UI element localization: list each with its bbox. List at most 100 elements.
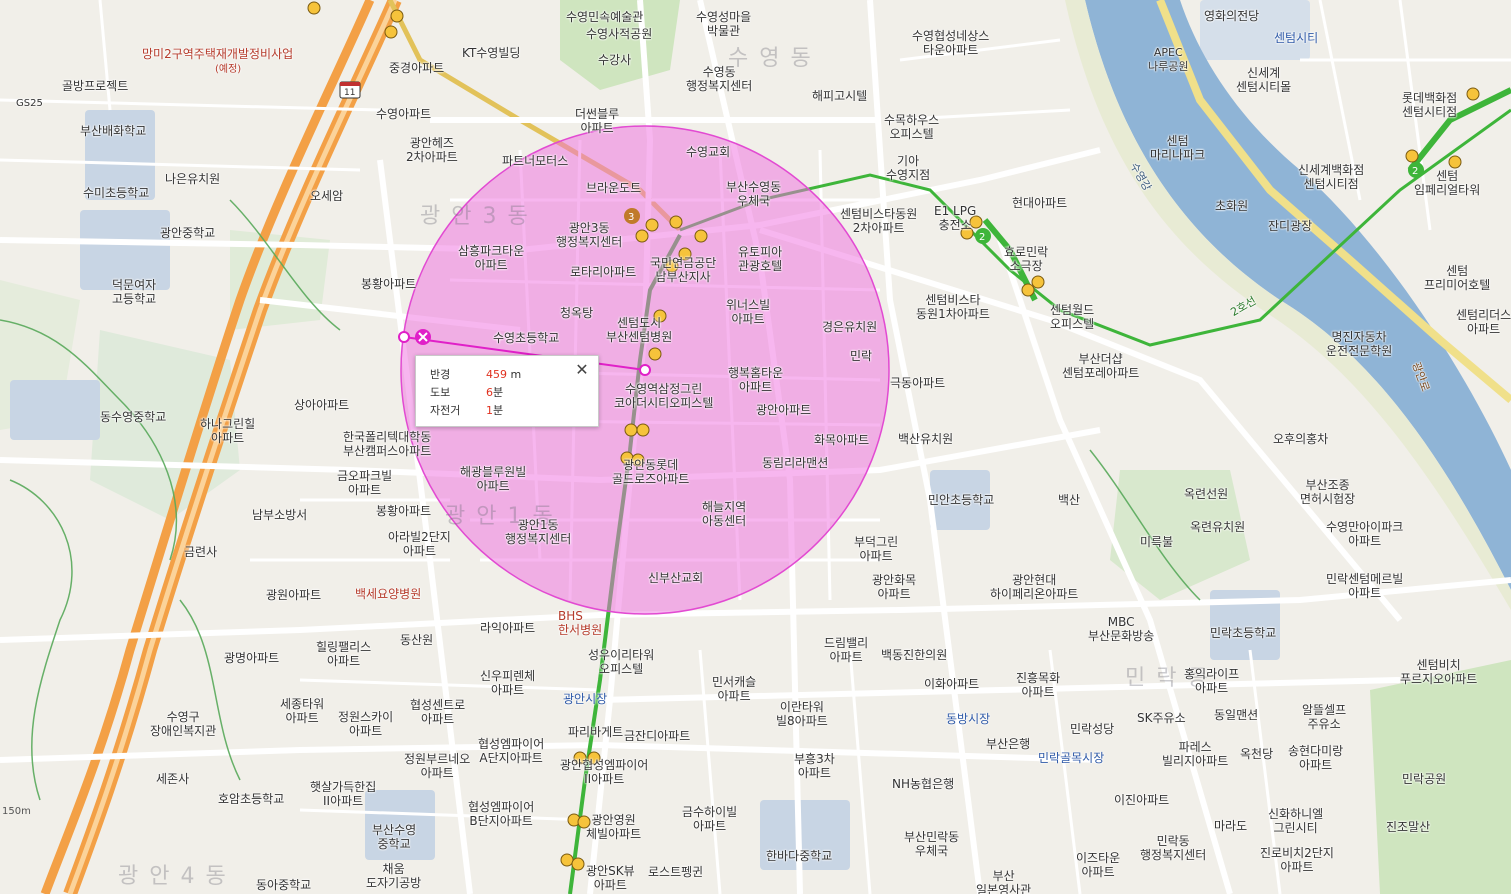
map-label[interactable]: 동산원 (400, 633, 433, 647)
map-label[interactable]: 영화의전당 (1204, 9, 1259, 23)
map-label[interactable]: 센텀도시 부산센텀병원 (606, 316, 672, 344)
map-label[interactable]: KT수영빌딩 (462, 46, 520, 60)
map-label[interactable]: 한바다중학교 (766, 849, 832, 863)
map-label[interactable]: 로타리아파트 (570, 265, 636, 279)
map-label[interactable]: 힐링팰리스 아파트 (316, 640, 371, 668)
map-label[interactable]: 센텀비스타 동원1차아파트 (916, 293, 990, 321)
map-label[interactable]: 광안협성엠파이어 II아파트 (560, 758, 648, 786)
map-label[interactable]: 정원부르네오 아파트 (404, 752, 470, 780)
map-label[interactable]: 덕문여자 고등학교 (112, 278, 156, 306)
map-label[interactable]: 금잔디아파트 (624, 729, 690, 743)
map-label[interactable]: 해늘지역 아동센터 (702, 500, 746, 528)
map-label[interactable]: 파트너모터스 (502, 154, 568, 168)
map-label[interactable]: 옥련선원 (1184, 487, 1228, 501)
map-label[interactable]: 광안영원 체빌아파트 (586, 813, 641, 841)
map-label[interactable]: 민락공원 (1402, 772, 1446, 786)
map-label[interactable]: 수강사 (598, 53, 631, 67)
map-label[interactable]: 수영역삼정그린 코아더시티오피스텔 (614, 382, 713, 410)
map-label[interactable]: 광안3동 행정복지센터 (556, 221, 622, 249)
map-label[interactable]: 라익아파트 (480, 621, 535, 635)
map-label[interactable]: 광안시장 (563, 692, 607, 706)
map-label[interactable]: 알뜰셀프 주유소 (1302, 703, 1346, 731)
map-label[interactable]: 브라운도트 (586, 181, 641, 195)
map-label[interactable]: 해광블루원빌 아파트 (460, 465, 526, 493)
close-icon[interactable]: ✕ (574, 362, 590, 378)
map-label[interactable]: 국민연금공단 남부산지사 (650, 256, 716, 284)
map-label[interactable]: 수영성마을 박물관 (696, 10, 751, 38)
map-label[interactable]: 수영만아이파크 아파트 (1326, 520, 1403, 548)
map-label[interactable]: 봉황아파트 (376, 504, 431, 518)
map-label[interactable]: 금오파크빌 아파트 (337, 469, 392, 497)
map-label[interactable]: MBC 부산문화방송 (1088, 615, 1154, 643)
map-label[interactable]: 잔디광장 (1268, 219, 1312, 233)
map-label[interactable]: 민안초등학교 (928, 493, 994, 507)
map-label[interactable]: 광안동롯데 골드로즈아파트 (612, 458, 689, 486)
map-label[interactable]: 홍익라이프 아파트 (1184, 667, 1239, 695)
map-label[interactable]: 삼흥파크타운 아파트 (458, 244, 524, 272)
map-label[interactable]: 센텀 프리미어호텔 (1424, 264, 1490, 292)
map-label[interactable]: 이란타워 빌8아파트 (776, 700, 828, 728)
map-label[interactable]: 광안헤즈 2차아파트 (406, 136, 458, 164)
map-label[interactable]: 민락초등학교 (1210, 626, 1276, 640)
map-label[interactable]: 수목하우스 오피스텔 (884, 113, 939, 141)
map-label[interactable]: 진로비치2단지 아파트 (1260, 846, 1334, 874)
map-label[interactable]: 동림리라맨션 (762, 456, 828, 470)
map-label[interactable]: 중경아파트 (389, 61, 444, 75)
map-label[interactable]: 광안SK뷰 아파트 (586, 864, 635, 892)
map-label[interactable]: 신화하니엘 그린시티 (1268, 807, 1323, 835)
map-label[interactable]: 더썬블루 아파트 (575, 107, 619, 135)
map-label[interactable]: BHS 한서병원 (558, 609, 602, 637)
map-label[interactable]: 수영구 장애인복지관 (150, 710, 216, 738)
map-label[interactable]: 신우피렌체 아파트 (480, 669, 535, 697)
map-label[interactable]: 현대아파트 (1012, 196, 1067, 210)
map-label[interactable]: 백세요양병원 (355, 587, 421, 601)
map-label[interactable]: 상아아파트 (294, 398, 349, 412)
map-label[interactable]: NH농협은행 (892, 777, 954, 791)
map-label[interactable]: 센텀시티 (1274, 31, 1318, 45)
map-label[interactable]: 수영사적공원 (586, 27, 652, 41)
map-label[interactable]: 동방시장 (946, 712, 990, 726)
map-label[interactable]: 민락센텀메르빌 아파트 (1326, 572, 1403, 600)
map-label[interactable]: 광안아파트 (756, 403, 811, 417)
map-view[interactable]: 3 2 2 수 영 동 광 안 3 동 광 안 1 동 광 안 4 동 민 락 … (0, 0, 1511, 894)
map-label[interactable]: E1 LPG 충전소 (934, 204, 976, 232)
map-label[interactable]: 채움 도자기공방 (366, 862, 421, 890)
map-label[interactable]: 기아 수영지점 (886, 154, 930, 182)
map-label[interactable]: 민락동 행정복지센터 (1140, 834, 1206, 862)
map-label[interactable]: 신세계 센텀시티몰 (1236, 66, 1291, 94)
map-label[interactable]: 진조말산 (1386, 820, 1430, 834)
map-label[interactable]: 센텀월드 오피스텔 (1050, 303, 1094, 331)
map-label[interactable]: 동아중학교 (256, 878, 311, 892)
map-label[interactable]: 부덕그린 아파트 (854, 535, 898, 563)
map-label[interactable]: 수영교회 (686, 145, 730, 159)
map-label[interactable]: 부산 일본영사관 (976, 869, 1031, 894)
map-label[interactable]: 효로민락 소극장 (1004, 245, 1048, 273)
map-label[interactable]: APEC 나루공원 (1148, 46, 1188, 74)
map-label[interactable]: 센텀 마리나파크 (1150, 134, 1205, 162)
map-label[interactable]: 세존사 (156, 772, 189, 786)
map-label[interactable]: 부산민락동 우체국 (904, 830, 959, 858)
map-label[interactable]: 센텀비치 푸르지오아파트 (1400, 658, 1477, 686)
map-label[interactable]: 이화아파트 (924, 677, 979, 691)
map-label[interactable]: 수영아파트 (376, 107, 431, 121)
map-label[interactable]: 금수하이빌 아파트 (682, 805, 737, 833)
map-label[interactable]: 광안현대 하이페리온아파트 (990, 573, 1078, 601)
map-label[interactable]: 센텀 임페리얼타워 (1414, 169, 1480, 197)
map-label[interactable]: 광안화목 아파트 (872, 573, 916, 601)
map-label[interactable]: 햇살가득한집 II아파트 (310, 780, 376, 808)
map-label[interactable]: 신세계백화점 센텀시티점 (1298, 163, 1364, 191)
map-label[interactable]: 아라빌2단지 아파트 (388, 530, 451, 558)
map-label[interactable]: 동일맨션 (1214, 708, 1258, 722)
map-label[interactable]: 수영협성네상스 타운아파트 (912, 29, 989, 57)
map-label[interactable]: 위너스빌 아파트 (726, 298, 770, 326)
map-label[interactable]: SK주유소 (1137, 711, 1186, 725)
map-label[interactable]: 옥천당 (1240, 747, 1273, 761)
map-label[interactable]: 민서캐슬 아파트 (712, 675, 756, 703)
map-label[interactable]: 옥련유치원 (1190, 520, 1245, 534)
map-label[interactable]: 광안1동 행정복지센터 (505, 518, 571, 546)
map-label[interactable]: 이즈타운 아파트 (1076, 851, 1120, 879)
map-label[interactable]: 백산유치원 (898, 432, 953, 446)
map-label[interactable]: 화목아파트 (814, 433, 869, 447)
map-label[interactable]: 오후의홍차 (1273, 432, 1328, 446)
map-label[interactable]: 부산수영동 우체국 (726, 180, 781, 208)
